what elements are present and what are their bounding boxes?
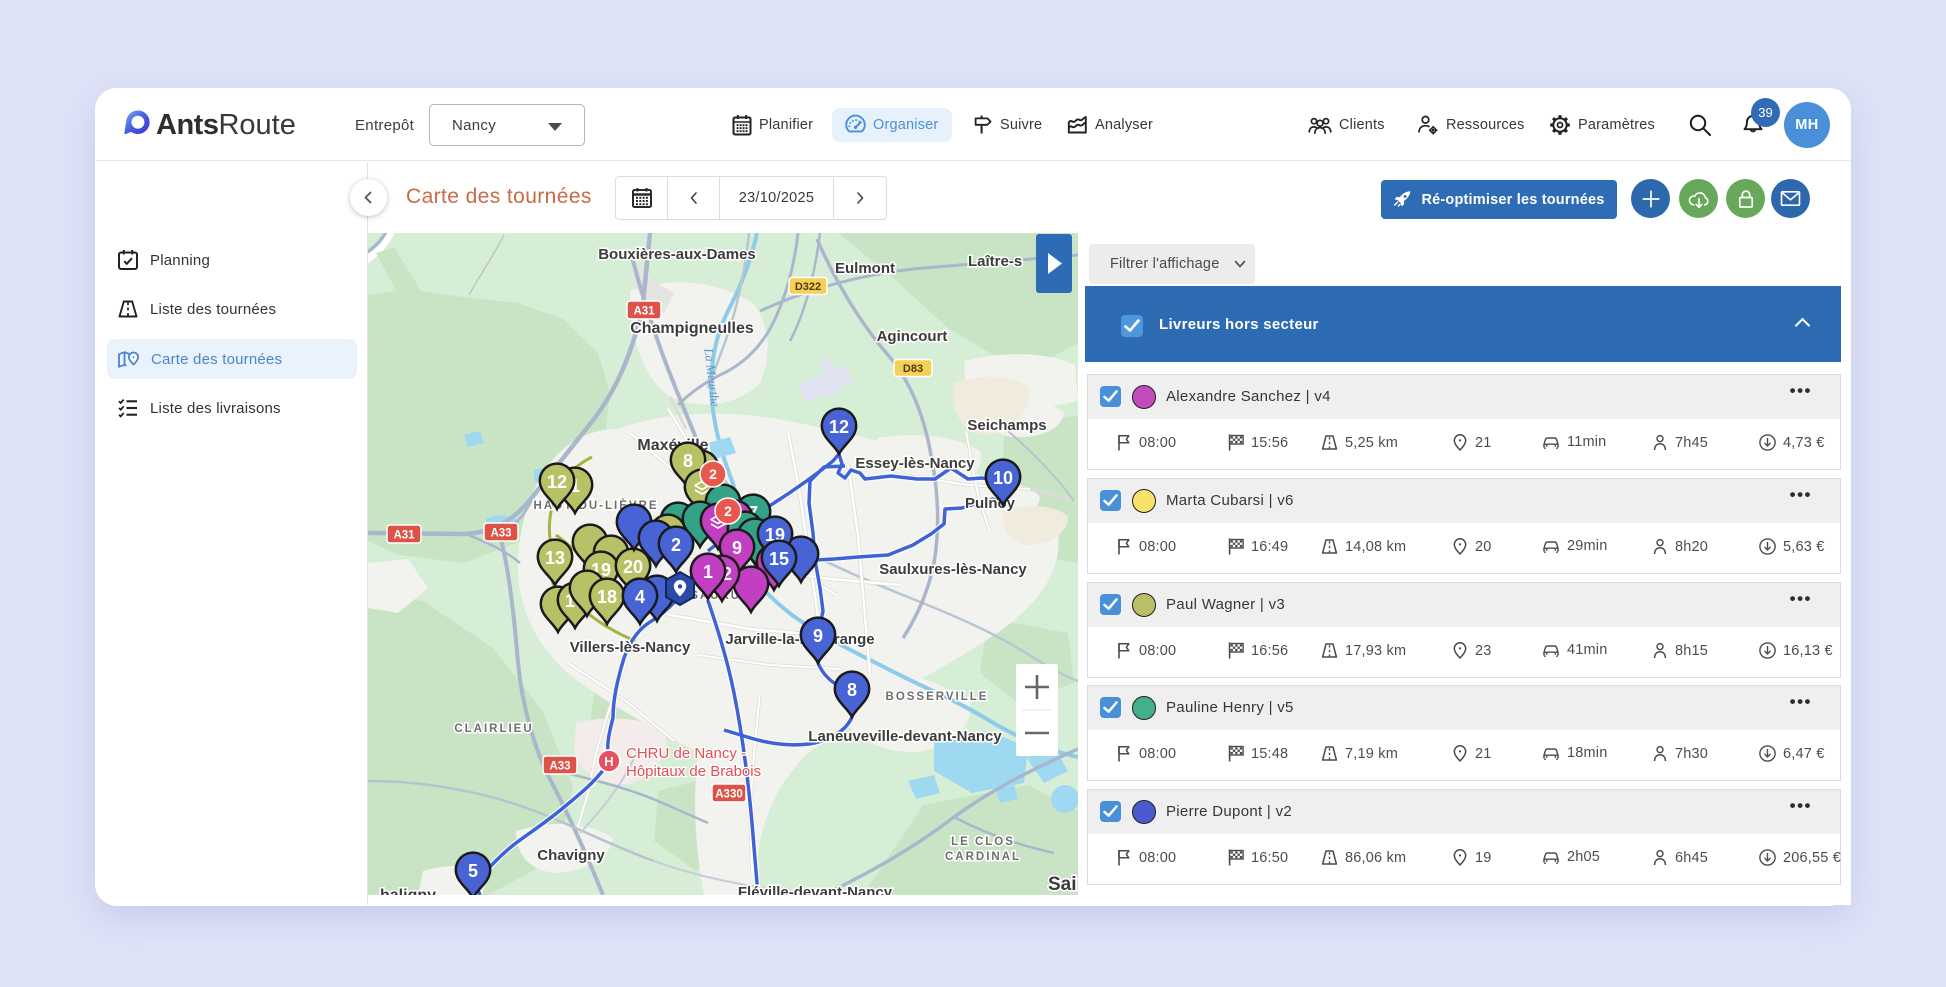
svg-text:haligny: haligny (380, 887, 436, 895)
svg-text:Sair: Sair (1048, 874, 1078, 895)
svg-text:12: 12 (829, 417, 849, 437)
svg-text:CARDINAL: CARDINAL (945, 851, 1021, 863)
svg-text:9: 9 (732, 538, 742, 558)
svg-text:15: 15 (769, 549, 789, 569)
svg-text:A33: A33 (549, 761, 570, 773)
svg-text:Saulxures-lès-Nancy: Saulxures-lès-Nancy (879, 561, 1027, 578)
svg-text:8: 8 (683, 451, 693, 471)
svg-text:Champigneulles: Champigneulles (630, 320, 754, 337)
svg-text:Seichamps: Seichamps (967, 417, 1046, 434)
svg-text:Bouxières-aux-Dames: Bouxières-aux-Dames (598, 246, 756, 263)
svg-text:2: 2 (671, 535, 681, 555)
svg-text:5: 5 (468, 861, 478, 881)
svg-text:A31: A31 (633, 306, 655, 318)
svg-text:D322: D322 (795, 281, 821, 293)
svg-text:H: H (604, 754, 613, 769)
svg-text:A31: A31 (393, 530, 415, 542)
svg-text:13: 13 (545, 548, 565, 568)
svg-text:CHRU de Nancy -: CHRU de Nancy - (626, 745, 746, 762)
svg-text:BOSSERVILLE: BOSSERVILLE (886, 691, 989, 703)
svg-text:Hôpitaux de Brabois: Hôpitaux de Brabois (626, 763, 761, 780)
svg-text:2: 2 (709, 466, 717, 482)
svg-text:Laître-s: Laître-s (968, 253, 1022, 270)
svg-text:Villers-lès-Nancy: Villers-lès-Nancy (570, 639, 691, 656)
svg-text:20: 20 (623, 557, 643, 577)
svg-text:A33: A33 (490, 528, 511, 540)
svg-text:Essey-lès-Nancy: Essey-lès-Nancy (855, 455, 975, 472)
svg-text:A330: A330 (715, 789, 743, 801)
svg-text:1: 1 (703, 562, 713, 582)
svg-text:4: 4 (635, 587, 645, 607)
svg-text:Laneuveville-devant-Nancy: Laneuveville-devant-Nancy (808, 728, 1002, 745)
svg-text:LE CLOS: LE CLOS (951, 836, 1015, 848)
svg-text:10: 10 (993, 468, 1013, 488)
svg-text:9: 9 (813, 626, 823, 646)
svg-text:2: 2 (724, 503, 732, 519)
svg-text:Agincourt: Agincourt (877, 328, 948, 345)
svg-text:8: 8 (847, 680, 857, 700)
svg-text:CLAIRLIEU: CLAIRLIEU (454, 723, 533, 735)
svg-text:D83: D83 (903, 363, 923, 375)
svg-text:Fléville-devant-Nancy: Fléville-devant-Nancy (738, 884, 893, 895)
svg-text:12: 12 (547, 472, 567, 492)
svg-text:Chavigny: Chavigny (537, 847, 605, 864)
svg-text:18: 18 (597, 587, 617, 607)
svg-text:Eulmont: Eulmont (835, 260, 895, 277)
